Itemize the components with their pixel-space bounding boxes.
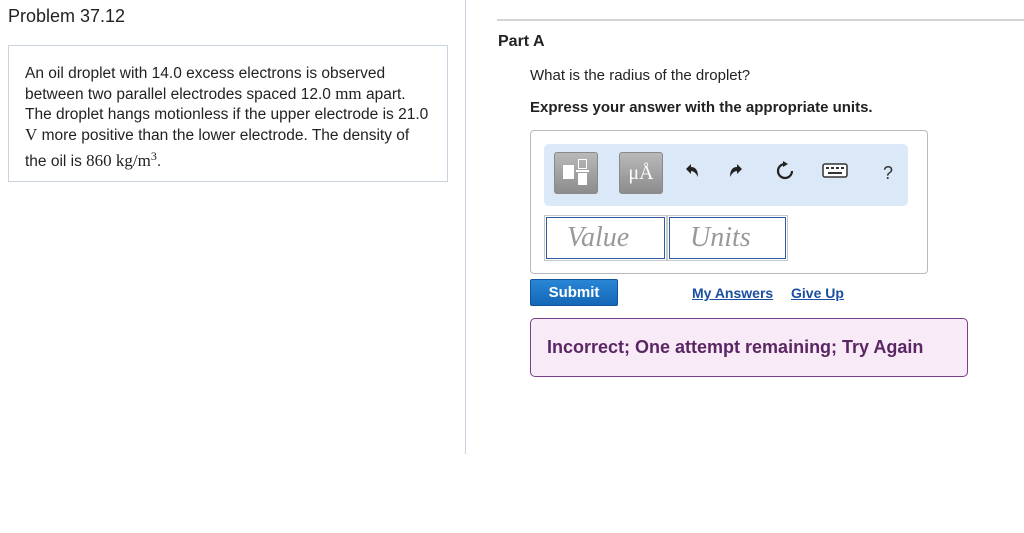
- help-icon[interactable]: ?: [875, 160, 901, 186]
- my-answers-link[interactable]: My Answers: [692, 285, 773, 301]
- units-input[interactable]: Units: [667, 215, 788, 261]
- problem-text-part: .: [156, 153, 162, 171]
- problem-title: Problem 37.12: [8, 6, 126, 26]
- give-up-link[interactable]: Give Up: [791, 285, 844, 301]
- part-divider: [497, 19, 1024, 21]
- unit-mm: mm: [335, 84, 362, 103]
- submit-button[interactable]: Submit: [530, 279, 618, 306]
- problem-text-part: more positive than the lower electrode. …: [25, 127, 410, 171]
- unit-volt: V: [25, 125, 38, 144]
- problem-text-part: An oil droplet with 14.0 excess electron…: [25, 65, 386, 103]
- answer-editor: μÅ ? Value Units: [530, 130, 928, 274]
- problem-statement-box: An oil droplet with 14.0 excess electron…: [8, 45, 448, 182]
- instruction-text: Express your answer with the appropriate…: [530, 99, 873, 116]
- templates-icon[interactable]: [554, 152, 598, 194]
- part-label: Part A: [498, 33, 545, 50]
- keyboard-icon[interactable]: [822, 160, 848, 186]
- problem-panel: Problem 37.12 An oil droplet with 14.0 e…: [0, 0, 466, 454]
- math-toolbar: μÅ ?: [544, 144, 908, 206]
- units-icon[interactable]: μÅ: [619, 152, 663, 194]
- value-input[interactable]: Value: [544, 215, 667, 261]
- undo-icon[interactable]: [678, 160, 704, 186]
- reset-icon[interactable]: [772, 160, 798, 186]
- question-text: What is the radius of the droplet?: [530, 67, 751, 84]
- redo-icon[interactable]: [724, 160, 750, 186]
- problem-statement: An oil droplet with 14.0 excess electron…: [25, 64, 435, 172]
- feedback-message: Incorrect; One attempt remaining; Try Ag…: [530, 318, 968, 377]
- density-value: 860 kg/m: [86, 151, 151, 171]
